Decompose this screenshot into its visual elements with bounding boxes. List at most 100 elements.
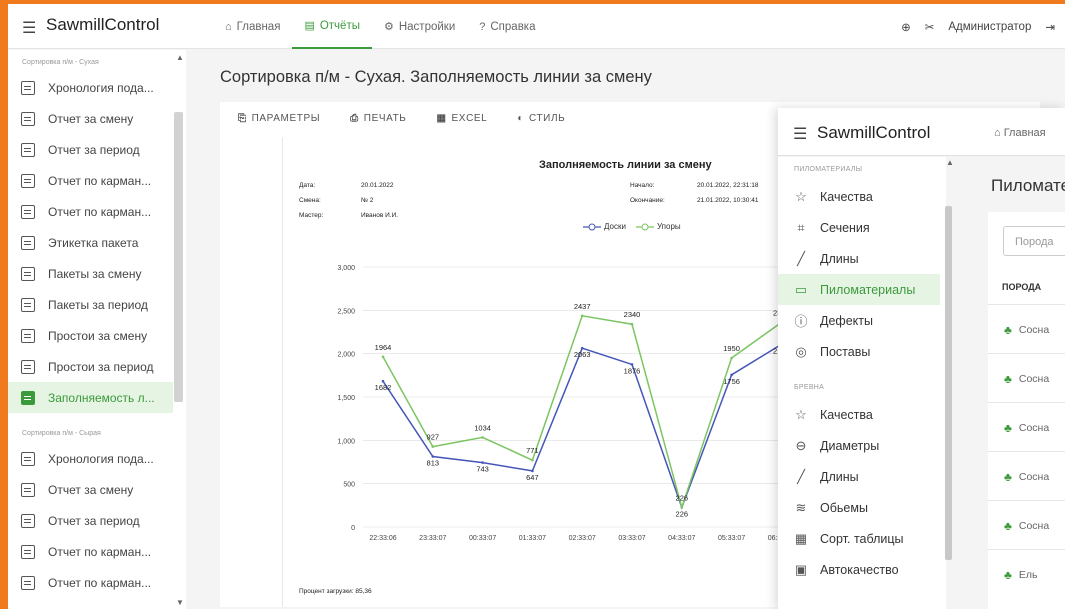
overlay-menu-item[interactable]: ≋ Обьемы bbox=[778, 492, 940, 523]
sidebar-item[interactable]: Отчет по карман... bbox=[8, 196, 173, 227]
load-percent: Процент загрузки: 85,36 bbox=[299, 588, 372, 595]
page-title: Сортировка п/м - Сухая. Заполняемость ли… bbox=[220, 68, 652, 86]
ruler-icon: ╱ bbox=[797, 468, 805, 484]
overlay-page-title: Пиломате bbox=[991, 176, 1065, 195]
overlay-section-logs: БРЕВНА bbox=[794, 384, 825, 391]
overlay-menu-item[interactable]: ╱ Длины bbox=[778, 461, 940, 492]
overlay-menu-item[interactable]: ▭ Пиломатериалы bbox=[778, 274, 940, 305]
lumber-icon: ▭ bbox=[794, 281, 808, 297]
sidebar-item[interactable]: Простои за смену bbox=[8, 320, 173, 351]
data-point bbox=[481, 461, 484, 464]
sidebar-section-wet: Сортировка п/м - Сырая bbox=[22, 430, 101, 437]
logout-icon[interactable]: ⇥ bbox=[1045, 20, 1055, 34]
data-point bbox=[630, 363, 634, 366]
sidebar-item[interactable]: Пакеты за смену bbox=[8, 258, 173, 289]
sidebar: Сортировка п/м - Сухая Хронология пода..… bbox=[8, 50, 186, 609]
overlay-scroll-up-icon[interactable]: ▲ bbox=[946, 158, 954, 167]
document-icon bbox=[21, 328, 35, 343]
sidebar-item[interactable]: Хронология пода... bbox=[8, 72, 173, 103]
sidebar-item-label: Отчет по карман... bbox=[48, 544, 152, 559]
theme-icon[interactable]: ✂ bbox=[925, 20, 935, 34]
table-row[interactable]: ♣ Сосна bbox=[1004, 421, 1049, 435]
nav-reports[interactable]: ▤ Отчёты bbox=[292, 4, 372, 49]
data-label: 1876 bbox=[624, 366, 641, 375]
overlay-nav-home[interactable]: ⌂ Главная bbox=[994, 127, 1046, 139]
nav-home[interactable]: ⌂ Главная bbox=[213, 4, 292, 49]
menu-icon[interactable]: ☰ bbox=[22, 18, 36, 38]
overlay-screenshot: ☰ SawmillControl ⌂ Главная ПИЛОМАТЕРИАЛЫ… bbox=[778, 108, 1065, 609]
sidebar-item-label: Простои за период bbox=[48, 359, 154, 374]
sidebar-item-label: Пакеты за период bbox=[48, 297, 148, 312]
overlay-scrollbar[interactable] bbox=[945, 206, 952, 560]
document-icon bbox=[21, 80, 35, 95]
row-divider bbox=[988, 549, 1065, 550]
scroll-up-icon[interactable]: ▲ bbox=[176, 53, 184, 62]
sidebar-item[interactable]: Заполняемость л... bbox=[8, 382, 173, 413]
table-row[interactable]: ♣ Сосна bbox=[1004, 470, 1049, 484]
overlay-menu-item[interactable]: ⓘ Дефекты bbox=[778, 305, 940, 336]
document-icon bbox=[21, 266, 35, 281]
style-button[interactable]: ◐ СТИЛЬ bbox=[517, 113, 565, 124]
sidebar-item-label: Отчет по карман... bbox=[48, 173, 152, 188]
table-row[interactable]: ♣ Сосна bbox=[1004, 519, 1049, 533]
document-icon bbox=[21, 482, 35, 497]
sidebar-item[interactable]: Отчет по карман... bbox=[8, 567, 173, 598]
globe-icon[interactable]: ⊕ bbox=[901, 20, 911, 34]
overlay-menu-item[interactable]: ⊖ Диаметры bbox=[778, 430, 940, 461]
row-divider bbox=[988, 353, 1065, 354]
sidebar-item[interactable]: Отчет за смену bbox=[8, 103, 173, 134]
sidebar-item-label: Отчет по карман... bbox=[48, 204, 152, 219]
overlay-menu-item[interactable]: ▦ Сорт. таблицы bbox=[778, 523, 940, 554]
sidebar-item[interactable]: Отчет за смену bbox=[8, 474, 173, 505]
nav-help[interactable]: ? Справка bbox=[467, 4, 547, 49]
data-label: 813 bbox=[427, 459, 440, 468]
sidebar-item-label: Хронология пода... bbox=[48, 451, 154, 466]
nav-settings[interactable]: ⚙ Настройки bbox=[372, 4, 467, 49]
overlay-menu-label: Поставы bbox=[820, 344, 871, 359]
star-icon: ☆ bbox=[795, 188, 807, 204]
scroll-down-icon[interactable]: ▼ bbox=[176, 598, 184, 607]
species-filter-input[interactable]: Порода bbox=[1003, 226, 1065, 256]
series-line-boards bbox=[382, 343, 793, 510]
sidebar-item[interactable]: Этикетка пакета bbox=[8, 227, 173, 258]
report-icon: ▤ bbox=[304, 20, 315, 32]
species-column-header[interactable]: ПОРОДА bbox=[1002, 282, 1041, 292]
overlay-menu-icon[interactable]: ☰ bbox=[793, 124, 807, 144]
table-row[interactable]: ♣ Ель bbox=[1004, 568, 1037, 582]
overlay-menu-item[interactable]: ⌗ Сечения bbox=[778, 212, 940, 243]
overlay-top-bar: ☰ SawmillControl ⌂ Главная bbox=[778, 108, 1065, 156]
params-button[interactable]: ⎘ ПАРАМЕТРЫ bbox=[238, 113, 320, 124]
help-icon: ? bbox=[479, 20, 486, 33]
sidebar-item[interactable]: Хронология пода... bbox=[8, 443, 173, 474]
table-row[interactable]: ♣ Сосна bbox=[1004, 372, 1049, 386]
overlay-menu-item[interactable]: ◎ Поставы bbox=[778, 336, 940, 367]
user-name[interactable]: Администратор bbox=[948, 21, 1031, 33]
data-label: 771 bbox=[526, 446, 539, 455]
overlay-menu-item[interactable]: ☆ Качества bbox=[778, 399, 940, 430]
sidebar-item[interactable]: Пакеты за период bbox=[8, 289, 173, 320]
document-icon bbox=[21, 359, 35, 374]
excel-button[interactable]: ▦ EXCEL bbox=[436, 113, 487, 124]
y-tick-label: 0 bbox=[351, 525, 355, 532]
sidebar-scrollbar[interactable] bbox=[174, 112, 183, 402]
table-row[interactable]: ♣ Сосна bbox=[1004, 323, 1049, 337]
row-divider bbox=[988, 451, 1065, 452]
print-button[interactable]: ⎙ ПЕЧАТЬ bbox=[350, 113, 406, 124]
species-cell: Ель bbox=[1018, 569, 1038, 581]
document-icon bbox=[21, 544, 35, 559]
sidebar-item[interactable]: Отчет за период bbox=[8, 134, 173, 165]
nav-home-label: Главная bbox=[236, 20, 281, 33]
sidebar-item[interactable]: Отчет по карман... bbox=[8, 165, 173, 196]
sidebar-item-label: Этикетка пакета bbox=[48, 235, 139, 250]
overlay-menu-item[interactable]: ☆ Качества bbox=[778, 181, 940, 212]
sidebar-item[interactable]: Простои за период bbox=[8, 351, 173, 382]
data-label: 1950 bbox=[723, 344, 740, 353]
x-tick-label: 22:33:06 bbox=[369, 535, 396, 542]
sidebar-item[interactable]: Отчет за период bbox=[8, 505, 173, 536]
document-icon bbox=[21, 575, 35, 590]
overlay-menu-item[interactable]: ▣ Автокачество bbox=[778, 554, 940, 585]
sidebar-item[interactable]: Отчет по карман... bbox=[8, 536, 173, 567]
overlay-menu-item[interactable]: ╱ Длины bbox=[778, 243, 940, 274]
data-point bbox=[580, 346, 584, 350]
data-label: 1756 bbox=[723, 377, 740, 386]
